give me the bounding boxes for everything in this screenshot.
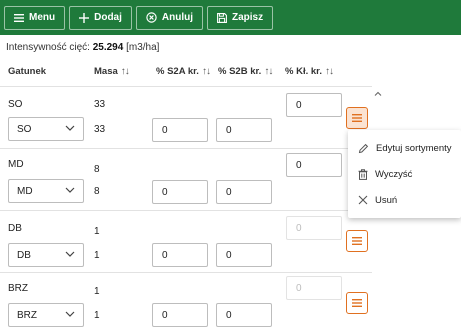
s2a-input[interactable]: 0 xyxy=(152,303,208,327)
context-menu-item-delete[interactable]: Usuń xyxy=(348,187,461,213)
species-code: BRZ xyxy=(8,283,28,294)
species-code: SO xyxy=(8,99,23,110)
row-context-menu: Edytuj sortymenty Wyczyść Usuń xyxy=(348,130,461,218)
pencil-icon xyxy=(358,143,369,153)
s2a-input[interactable]: 0 xyxy=(152,118,208,142)
table-header: Gatunek Masa ↑↓ % S2A kr. ↑↓ % S2B kr. ↑↓ %… xyxy=(0,66,461,82)
row-menu-button[interactable] xyxy=(346,107,368,129)
cancel-circle-icon xyxy=(146,12,157,23)
close-icon xyxy=(358,195,368,205)
kl-input: 0 xyxy=(286,276,342,300)
species-select[interactable]: BRZ xyxy=(8,303,84,327)
sort-icon[interactable]: ↑↓ xyxy=(202,66,211,77)
scroll-up-icon[interactable] xyxy=(374,90,382,98)
mass-value-2: 33 xyxy=(94,124,106,135)
column-header-s2b[interactable]: % S2B kr. ↑↓ xyxy=(218,66,273,77)
s2b-input[interactable]: 0 xyxy=(216,118,272,142)
chevron-down-icon xyxy=(65,311,75,317)
species-code: DB xyxy=(8,223,22,234)
s2b-input[interactable]: 0 xyxy=(216,243,272,267)
mass-value: 1 xyxy=(94,226,100,237)
row-menu-button[interactable] xyxy=(346,230,368,252)
toolbar: Menu Dodaj Anuluj Zapisz xyxy=(0,0,461,35)
kl-input[interactable]: 0 xyxy=(286,93,342,117)
mass-value: 1 xyxy=(94,286,100,297)
chevron-down-icon xyxy=(65,187,75,193)
sort-icon[interactable]: ↑↓ xyxy=(121,66,130,77)
save-icon xyxy=(217,12,227,23)
cancel-button[interactable]: Anuluj xyxy=(135,5,203,30)
column-header-kl[interactable]: % Kł. kr. ↑↓ xyxy=(285,66,334,77)
mass-value: 33 xyxy=(94,99,106,110)
header-divider xyxy=(0,86,372,87)
sort-icon[interactable]: ↑↓ xyxy=(325,66,334,77)
hamburger-icon xyxy=(352,237,362,245)
species-select-value: BRZ xyxy=(17,309,37,321)
save-button[interactable]: Zapisz xyxy=(207,5,274,30)
hamburger-icon xyxy=(352,114,362,122)
species-select[interactable]: DB xyxy=(8,243,84,267)
menu-button[interactable]: Menu xyxy=(4,5,66,30)
s2a-input[interactable]: 0 xyxy=(152,180,208,204)
sort-icon[interactable]: ↑↓ xyxy=(264,66,273,77)
context-menu-item-clear[interactable]: Wyczyść xyxy=(348,161,461,187)
s2b-input[interactable]: 0 xyxy=(216,303,272,327)
plus-icon xyxy=(79,12,90,23)
species-select[interactable]: MD xyxy=(8,179,84,203)
row-menu-button[interactable] xyxy=(346,292,368,314)
species-select-value: MD xyxy=(17,185,33,197)
save-button-label: Zapisz xyxy=(232,12,264,23)
column-header-masa[interactable]: Masa ↑↓ xyxy=(94,66,130,77)
intensity-unit: [m3/ha] xyxy=(126,42,160,53)
context-menu-label: Wyczyść xyxy=(375,168,413,180)
kl-input[interactable]: 0 xyxy=(286,153,342,177)
column-header-s2a[interactable]: % S2A kr. ↑↓ xyxy=(156,66,211,77)
row-divider xyxy=(0,210,372,211)
row-divider xyxy=(0,272,372,273)
s2a-input[interactable]: 0 xyxy=(152,243,208,267)
column-header-gatunek: Gatunek xyxy=(8,66,47,77)
species-select-value: DB xyxy=(17,249,31,261)
species-select[interactable]: SO xyxy=(8,117,84,141)
intensity-label: Intensywność cięć: xyxy=(6,42,90,53)
species-select-value: SO xyxy=(17,123,32,135)
hamburger-icon xyxy=(352,299,362,307)
menu-button-label: Menu xyxy=(29,12,56,23)
mass-value-2: 1 xyxy=(94,250,100,261)
kl-input: 0 xyxy=(286,216,342,240)
context-menu-label: Usuń xyxy=(375,194,398,206)
hamburger-icon xyxy=(14,13,24,22)
chevron-down-icon xyxy=(65,251,75,257)
add-button-label: Dodaj xyxy=(94,12,122,23)
chevron-down-icon xyxy=(65,125,75,131)
species-code: MD xyxy=(8,159,24,170)
mass-value-2: 1 xyxy=(94,310,100,321)
intensity-line: Intensywność cięć: 25.294 [m3/ha] xyxy=(6,42,159,53)
add-button[interactable]: Dodaj xyxy=(69,5,132,30)
cancel-button-label: Anuluj xyxy=(161,12,193,23)
context-menu-item-edit[interactable]: Edytuj sortymenty xyxy=(348,135,461,161)
s2b-input[interactable]: 0 xyxy=(216,180,272,204)
trash-icon xyxy=(358,168,368,180)
mass-value-2: 8 xyxy=(94,186,100,197)
row-divider xyxy=(0,148,372,149)
context-menu-label: Edytuj sortymenty xyxy=(376,142,452,154)
intensity-value: 25.294 xyxy=(92,42,124,53)
mass-value: 8 xyxy=(94,164,100,175)
